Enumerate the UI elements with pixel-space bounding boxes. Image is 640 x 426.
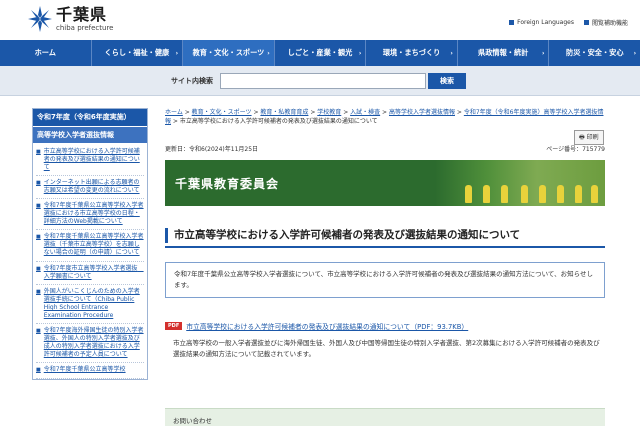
pdf-description: 市立高等学校の一般入学者選抜並びに海外帰国生徒、外国人及び中国等帰国生徒の特別入… bbox=[173, 339, 600, 359]
chevron-right-icon: › bbox=[633, 49, 637, 57]
chiba-logo-icon bbox=[28, 6, 52, 32]
title-divider bbox=[165, 246, 605, 248]
sidebar-item[interactable]: ■ 令和7年度千葉県公立高等学校入学者選抜における市立高等学校の日程・詳細方法のW… bbox=[36, 199, 144, 231]
breadcrumb: ホーム > 教育・文化・スポーツ > 教育・私教育育成 > 学校教育 > 入試・… bbox=[165, 108, 605, 126]
foreign-languages-link[interactable]: Foreign Languages bbox=[509, 18, 574, 27]
runner-figure bbox=[539, 185, 546, 203]
square-bullet-icon: ■ bbox=[36, 234, 41, 241]
sidebar-item[interactable]: ■ 令和7年度千葉県公立高等学校入学者選抜（千葉市立高等学校）を志願しない場合の証… bbox=[36, 230, 144, 262]
site-logo[interactable]: 千葉県 chiba prefecture bbox=[28, 6, 114, 32]
sidebar: 令和7年度（令和6年度実施） 高等学校入学者選抜情報 ■ 市立高等学校における入学… bbox=[32, 108, 148, 380]
runner-figure bbox=[575, 185, 582, 203]
search-label: サイト内検索 bbox=[171, 77, 213, 85]
global-nav: ホーム くらし・福祉・健康 › 教育・文化・スポーツ › しごと・産業・観光 › 環境… bbox=[0, 40, 640, 66]
nav-environment-town[interactable]: 環境・まちづくり › bbox=[366, 40, 458, 66]
square-bullet-icon: ■ bbox=[36, 148, 41, 155]
breadcrumb-link[interactable]: 高等学校入学者選抜情報 bbox=[389, 109, 455, 116]
accessibility-link[interactable]: 閲覧補助機能 bbox=[583, 18, 628, 27]
banner-photo bbox=[435, 160, 605, 206]
breadcrumb-text: > bbox=[380, 109, 389, 116]
search-button[interactable]: 検索 bbox=[428, 73, 466, 89]
nav-home[interactable]: ホーム bbox=[0, 40, 92, 66]
contact-heading: お問い合わせ bbox=[173, 417, 212, 425]
runner-figure bbox=[465, 185, 472, 203]
main-content: ホーム > 教育・文化・スポーツ > 教育・私教育育成 > 学校教育 > 入試・… bbox=[165, 108, 605, 426]
breadcrumb-text: > 市立高等学校における入学許可候補者の発表及び選抜結果の通知について bbox=[171, 118, 378, 125]
pdf-download-link[interactable]: 市立高等学校における入学許可候補者の発表及び選抜結果の通知について（PDF：93… bbox=[186, 321, 468, 331]
sidebar-item[interactable]: ■ 令和7年度海外帰国生徒の特別入学者選抜、外国人の特別入学者選抜及び成人の特別入… bbox=[36, 324, 144, 364]
chevron-right-icon: › bbox=[541, 49, 545, 57]
sidebar-item[interactable]: ■ 外国人がいこくじんのための入学者選抜手続について（Chiba Public H… bbox=[36, 285, 144, 325]
square-bullet-icon: ■ bbox=[36, 265, 41, 272]
site-header: 千葉県 chiba prefecture Foreign Languages 閲… bbox=[0, 0, 640, 40]
square-bullet-icon: ■ bbox=[36, 328, 41, 335]
sidebar-list: ■ 市立高等学校における入学許可候補者の発表及び選抜結果の通知について ■ インター… bbox=[33, 143, 147, 379]
sidebar-item[interactable]: ■ インターネット出願による志願者の志願又は希望の変更の流れについて bbox=[36, 176, 144, 199]
square-bullet-icon bbox=[583, 20, 589, 25]
breadcrumb-text: > bbox=[455, 109, 464, 116]
updated-date: 更新日：令和6(2024)年11月25日 bbox=[165, 146, 259, 153]
page-id: ページ番号：715779 bbox=[546, 146, 605, 153]
nav-disaster-safety[interactable]: 防災・安全・安心 › bbox=[549, 40, 640, 66]
square-bullet-icon: ■ bbox=[36, 202, 41, 209]
contact-section: お問い合わせ bbox=[165, 408, 605, 426]
breadcrumb-link[interactable]: 学校教育 bbox=[317, 109, 341, 116]
nav-prefecture-info[interactable]: 県政情報・統計 › bbox=[458, 40, 550, 66]
nav-education-culture-sports[interactable]: 教育・文化・スポーツ › bbox=[183, 40, 275, 66]
pdf-icon: PDF bbox=[165, 322, 183, 330]
top-links: Foreign Languages 閲覧補助機能 bbox=[509, 18, 628, 27]
runner-figure bbox=[557, 185, 564, 203]
print-button[interactable]: 🖶 印刷 bbox=[574, 130, 604, 145]
page-title: 市立高等学校における入学許可候補者の発表及び選抜結果の通知について bbox=[165, 228, 605, 243]
runner-figure bbox=[521, 185, 528, 203]
breadcrumb-text: > bbox=[308, 109, 318, 116]
runner-figure bbox=[501, 185, 508, 203]
breadcrumb-link[interactable]: 教育・私教育育成 bbox=[260, 109, 308, 116]
square-bullet-icon: ■ bbox=[36, 288, 41, 295]
search-bar: サイト内検索 検索 bbox=[0, 66, 640, 96]
square-bullet-icon: ■ bbox=[36, 367, 41, 374]
breadcrumb-link[interactable]: ホーム bbox=[165, 109, 183, 116]
sidebar-item[interactable]: ■ 市立高等学校における入学許可候補者の発表及び選抜結果の通知について bbox=[36, 145, 144, 176]
square-bullet-icon bbox=[509, 20, 515, 25]
notice-box: 令和7年度千葉県公立高等学校入学者選抜について、市立高等学校における入学許可候補… bbox=[165, 262, 605, 299]
chevron-right-icon: › bbox=[267, 49, 270, 57]
nav-living-welfare-health[interactable]: くらし・福祉・健康 › bbox=[92, 40, 184, 66]
logo-main-text: 千葉県 bbox=[56, 4, 108, 24]
search-input[interactable] bbox=[220, 73, 426, 89]
sidebar-heading: 令和7年度（令和6年度実施） bbox=[33, 109, 147, 126]
runner-figure bbox=[483, 185, 490, 203]
sidebar-item[interactable]: ■ 令和7年度市立高等学校入学者選抜 入学願書について bbox=[36, 262, 144, 285]
sidebar-item[interactable]: ■ 令和7年度千葉県公立高等学校 bbox=[36, 363, 144, 379]
chevron-right-icon: › bbox=[358, 49, 362, 57]
breadcrumb-link[interactable]: 入試・検査 bbox=[350, 109, 380, 116]
breadcrumb-link[interactable]: 教育・文化・スポーツ bbox=[192, 109, 252, 116]
square-bullet-icon: ■ bbox=[36, 179, 41, 186]
banner-title: 千葉県教育委員会 bbox=[175, 177, 280, 191]
runner-figure bbox=[591, 185, 598, 203]
sidebar-heading-link[interactable]: 高等学校入学者選抜情報 bbox=[33, 125, 147, 143]
logo-sub-text: chiba prefecture bbox=[56, 23, 114, 32]
breadcrumb-text: > bbox=[341, 109, 351, 116]
board-of-education-banner: 千葉県教育委員会 bbox=[165, 160, 605, 206]
pdf-download-row: PDF 市立高等学校における入学許可候補者の発表及び選抜結果の通知について（PD… bbox=[165, 321, 605, 331]
chevron-right-icon: › bbox=[175, 49, 179, 57]
nav-work-industry-tourism[interactable]: しごと・産業・観光 › bbox=[275, 40, 367, 66]
breadcrumb-text: > bbox=[182, 109, 192, 116]
chevron-right-icon: › bbox=[450, 49, 453, 57]
